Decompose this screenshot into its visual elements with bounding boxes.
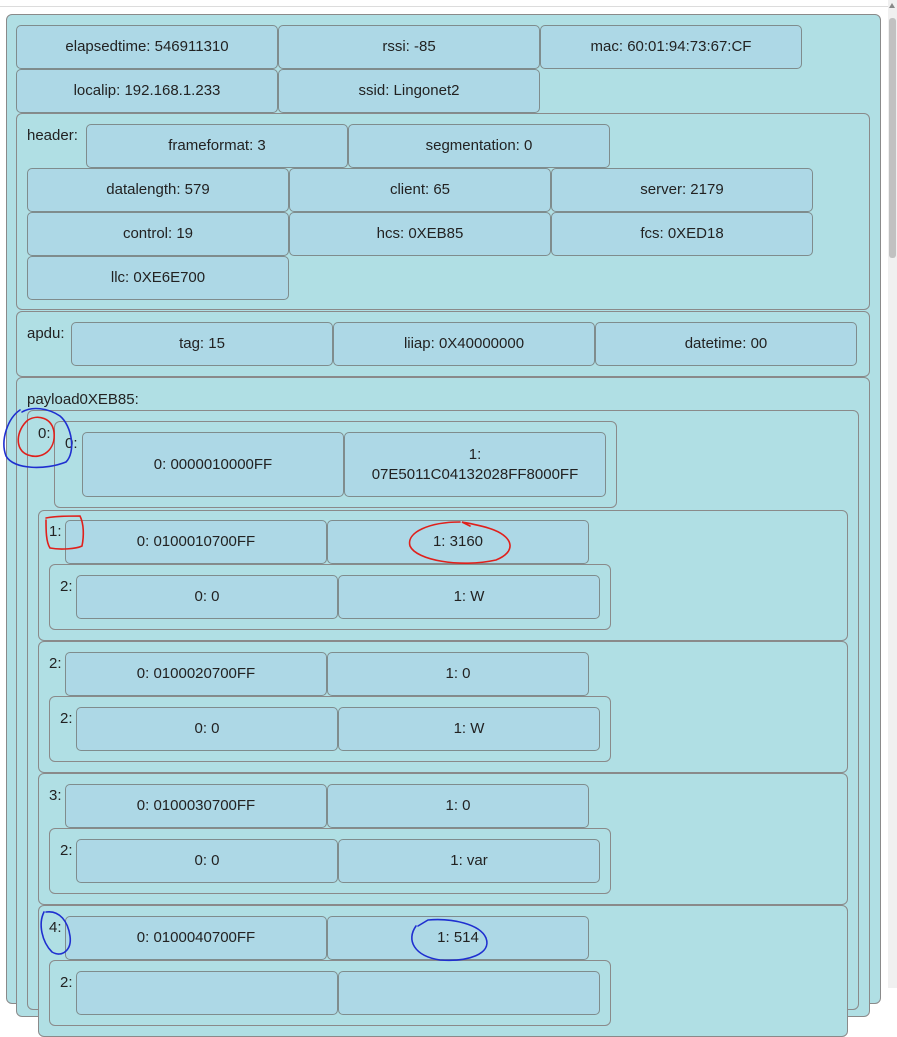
server-field: server: 2179 (551, 168, 813, 212)
fcs-field: fcs: 0XED18 (551, 212, 813, 256)
mac-field: mac: 60:01:94:73:67:CF (540, 25, 802, 69)
item-4-value: 1: 514 (327, 916, 589, 960)
item-0-value: 1: 07E5011C04132028FF8000FF (344, 432, 606, 497)
control-field: control: 19 (27, 212, 289, 256)
item-1-obis: 0: 0100010700FF (65, 520, 327, 564)
item-2-value: 1: 0 (327, 652, 589, 696)
ssid-field: ssid: Lingonet2 (278, 69, 540, 113)
item-4-sub-index: 2: (60, 974, 73, 991)
scroll-up-arrow-icon[interactable] (889, 3, 895, 8)
scrollbar-thumb[interactable] (889, 18, 896, 258)
item-1-index: 1: (49, 523, 62, 540)
item-1-sub-index: 2: (60, 578, 73, 595)
top-divider (0, 6, 888, 7)
item-2-scaler: 0: 0 (76, 707, 338, 751)
payload-label: payload0XEB85: (27, 391, 139, 408)
item-2-obis: 0: 0100020700FF (65, 652, 327, 696)
item-3-scaler: 0: 0 (76, 839, 338, 883)
segmentation-field: segmentation: 0 (348, 124, 610, 168)
item-2-index: 2: (49, 655, 62, 672)
datetime-field: datetime: 00 (595, 322, 857, 366)
item-2-unit: 1: W (338, 707, 600, 751)
item-4-scaler (76, 971, 338, 1015)
item-1-value: 1: 3160 (327, 520, 589, 564)
item-2-sub-index: 2: (60, 710, 73, 727)
hcs-field: hcs: 0XEB85 (289, 212, 551, 256)
item-1-scaler: 0: 0 (76, 575, 338, 619)
tag-field: tag: 15 (71, 322, 333, 366)
item-0-index: 0: (38, 425, 51, 442)
datalength-field: datalength: 579 (27, 168, 289, 212)
item-0-value-line2: 07E5011C04132028FF8000FF (371, 465, 579, 483)
item-4-obis: 0: 0100040700FF (65, 916, 327, 960)
item-3-sub-index: 2: (60, 842, 73, 859)
item-4-index: 4: (49, 919, 62, 936)
item-3-value: 1: 0 (327, 784, 589, 828)
header-label: header: (27, 127, 78, 144)
rssi-field: rssi: -85 (278, 25, 540, 69)
client-field: client: 65 (289, 168, 551, 212)
item-3-index: 3: (49, 787, 62, 804)
llc-field: llc: 0XE6E700 (27, 256, 289, 300)
localip-field: localip: 192.168.1.233 (16, 69, 278, 113)
item-3-unit: 1: var (338, 839, 600, 883)
item-3-obis: 0: 0100030700FF (65, 784, 327, 828)
item-4-unit (338, 971, 600, 1015)
item-0-obis: 0: 0000010000FF (82, 432, 344, 497)
elapsedtime-field: elapsedtime: 546911310 (16, 25, 278, 69)
item-0-sub-index: 0: (65, 435, 78, 452)
frameformat-field: frameformat: 3 (86, 124, 348, 168)
apdu-label: apdu: (27, 325, 65, 342)
vertical-scrollbar[interactable] (888, 0, 897, 988)
liiap-field: liiap: 0X40000000 (333, 322, 595, 366)
item-1-unit: 1: W (338, 575, 600, 619)
item-0-value-line1: 1: (468, 445, 482, 463)
